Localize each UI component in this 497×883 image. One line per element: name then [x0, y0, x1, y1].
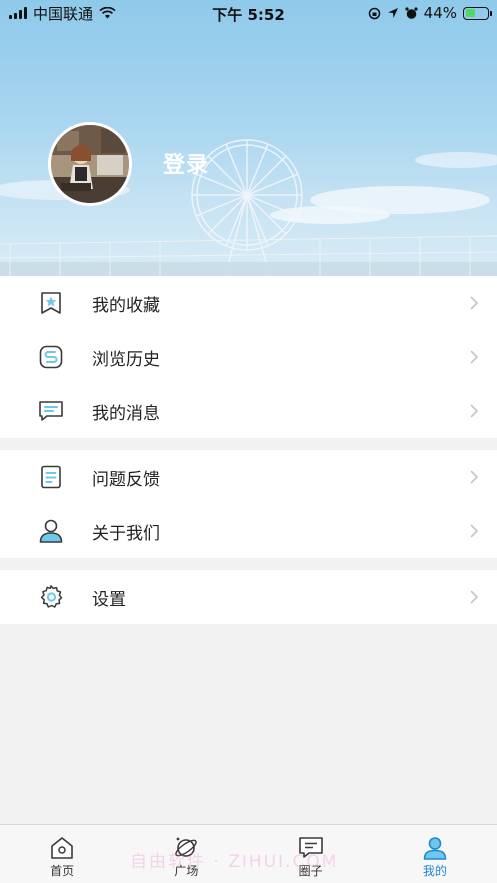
feedback-icon — [37, 464, 65, 490]
menu-item-label: 浏览历史 — [92, 349, 160, 370]
menu-group-primary: 我的收藏 浏览历史 我的消息 — [0, 276, 497, 438]
tab-bar: 首页 广场 圈子 我的 — [0, 824, 497, 883]
bookmark-star-icon — [37, 290, 65, 316]
menu-item-label: 问题反馈 — [92, 469, 160, 490]
chevron-right-icon — [470, 470, 479, 484]
status-bar: 中国联通 44% 下午 5:52 — [0, 0, 497, 26]
profile-header: 中国联通 44% 下午 5:52 登录 — [0, 0, 497, 276]
chevron-right-icon — [470, 350, 479, 364]
menu-item-label: 关于我们 — [92, 523, 160, 544]
menu-item-about[interactable]: 关于我们 — [0, 504, 497, 558]
menu-item-history[interactable]: 浏览历史 — [0, 330, 497, 384]
history-icon — [37, 344, 65, 370]
chevron-right-icon — [470, 296, 479, 310]
menu-group-support: 问题反馈 关于我们 — [0, 450, 497, 558]
status-time: 下午 5:52 — [212, 6, 285, 24]
tab-label: 首页 — [50, 864, 75, 878]
profile-icon — [423, 837, 447, 860]
menu-item-label: 我的消息 — [92, 403, 160, 424]
home-icon — [51, 837, 73, 859]
tab-circle[interactable]: 圈子 — [249, 825, 373, 883]
tab-home[interactable]: 首页 — [0, 825, 124, 883]
gear-icon — [37, 584, 65, 610]
tab-label: 广场 — [174, 864, 199, 878]
menu-item-feedback[interactable]: 问题反馈 — [0, 450, 497, 504]
chat-icon — [298, 837, 323, 858]
tab-square[interactable]: 广场 — [124, 825, 248, 883]
chevron-right-icon — [470, 590, 479, 604]
login-link[interactable]: 登录 — [163, 147, 209, 179]
menu-item-favorites[interactable]: 我的收藏 — [0, 276, 497, 330]
menu-item-messages[interactable]: 我的消息 — [0, 384, 497, 438]
menu-item-label: 设置 — [92, 589, 126, 610]
avatar-illustration — [51, 125, 129, 203]
user-avatar[interactable] — [48, 122, 132, 206]
menu-item-label: 我的收藏 — [92, 295, 160, 316]
person-icon — [37, 518, 65, 544]
menu-item-settings[interactable]: 设置 — [0, 570, 497, 624]
tab-mine[interactable]: 我的 — [373, 825, 497, 883]
menu-group-settings: 设置 — [0, 570, 497, 624]
tab-label: 我的 — [422, 864, 447, 878]
chevron-right-icon — [470, 404, 479, 418]
message-icon — [37, 398, 65, 424]
tab-label: 圈子 — [298, 864, 323, 878]
chevron-right-icon — [470, 524, 479, 538]
planet-icon — [175, 837, 198, 857]
